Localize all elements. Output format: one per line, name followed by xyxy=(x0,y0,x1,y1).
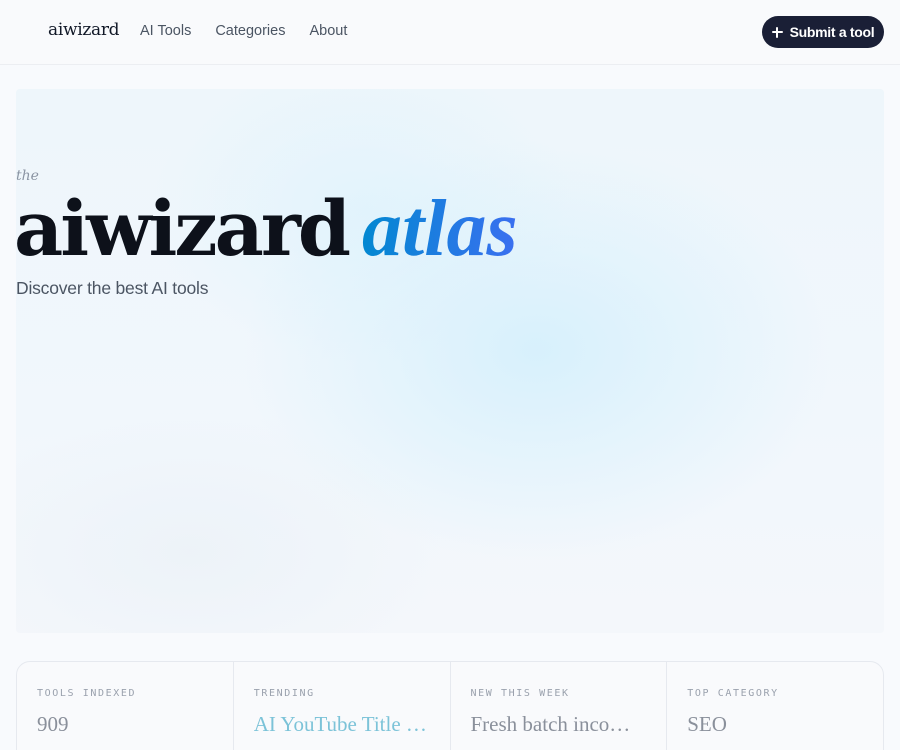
stat-label: TRENDING xyxy=(253,688,315,699)
hero-title-accent: atlas xyxy=(362,185,518,273)
nav-about[interactable]: About xyxy=(309,23,347,39)
main-nav: AI Tools Categories About xyxy=(140,23,347,39)
stat-value: Fresh batch incoming xyxy=(470,712,647,736)
site-header: aiwizard AI Tools Categories About Submi… xyxy=(0,0,900,65)
stat-tools-indexed: TOOLS INDEXED 909 xyxy=(17,662,234,750)
stat-value[interactable]: SEO xyxy=(687,712,863,737)
stats-panel: TOOLS INDEXED 909 TRENDING AI YouTube Ti… xyxy=(16,661,884,750)
stat-top-category[interactable]: TOP CATEGORY SEO xyxy=(667,662,883,750)
hero-subtitle: Discover the best AI tools xyxy=(16,278,209,298)
stat-trending[interactable]: TRENDING AI YouTube Title Generator xyxy=(234,662,451,750)
stat-value-trending-link[interactable]: AI YouTube Title Generator xyxy=(254,712,430,737)
hero-title: aiwizard atlas xyxy=(14,176,518,279)
nav-ai-tools[interactable]: AI Tools xyxy=(140,23,191,39)
hero-banner xyxy=(16,89,884,633)
stat-value: 909 xyxy=(37,712,69,736)
submit-tool-label: Submit a tool xyxy=(789,24,875,40)
plus-icon xyxy=(771,26,783,38)
nav-categories[interactable]: Categories xyxy=(215,23,285,39)
stat-label: TOP CATEGORY xyxy=(687,688,779,699)
submit-tool-button[interactable]: Submit a tool xyxy=(762,16,884,48)
stat-new-this-week: NEW THIS WEEK Fresh batch incoming xyxy=(451,662,668,750)
site-logo[interactable]: aiwizard xyxy=(48,20,120,40)
stat-label: NEW THIS WEEK xyxy=(470,688,570,699)
stat-label: TOOLS INDEXED xyxy=(37,688,137,699)
hero-title-main: aiwizard xyxy=(14,184,351,273)
